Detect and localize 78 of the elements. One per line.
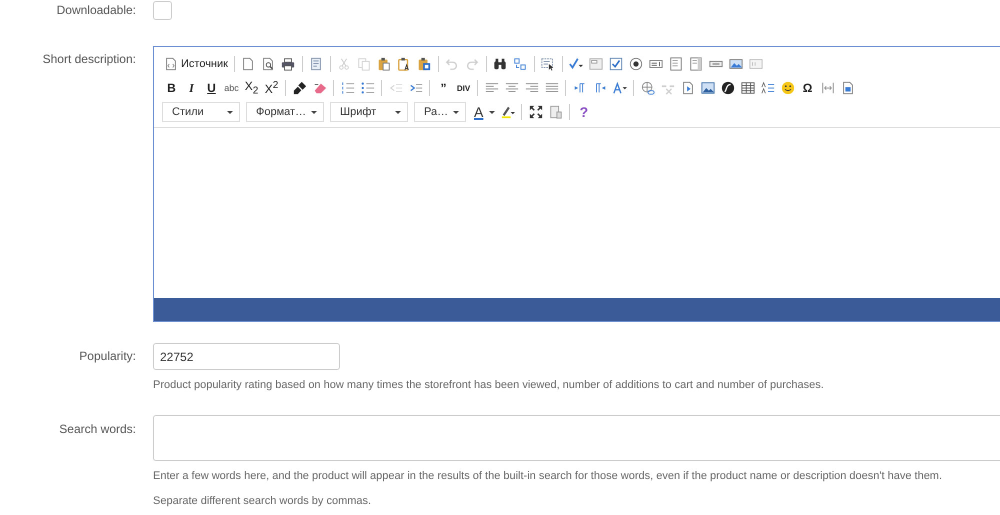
checkbox[interactable]: [153, 1, 172, 20]
outdent-icon: [388, 81, 402, 95]
binoculars-icon: [493, 57, 508, 71]
script-button[interactable]: X$^{2}$: [262, 77, 281, 99]
help-text: Product popularity rating based on how many times the storefront has been viewed, number of additions to cart and number of purchases.: [153, 378, 825, 393]
text-area-icon: [669, 57, 684, 71]
help-text: Enter a few words here, and the product will appear in the results of the built-in search for those words, even if the product name or description doesn't have them.: [153, 469, 944, 484]
bullet-list-icon: [360, 81, 374, 95]
checkbox-icon: [609, 57, 624, 71]
field-label: Short description:: [42, 51, 136, 68]
align-right-icon: [524, 81, 538, 95]
smiley-icon: [780, 81, 794, 95]
dropdown[interactable]: Формат…: [246, 102, 324, 122]
align-left-icon: [484, 81, 498, 95]
clipboard-icon: [377, 57, 392, 71]
help-text: Separate different search words by commas.: [153, 494, 372, 509]
form-icon: [589, 57, 604, 71]
blockquote-button[interactable]: ”: [434, 77, 453, 99]
dropdown[interactable]: Стили: [162, 102, 240, 122]
printer-icon: [281, 57, 296, 71]
table-icon: [740, 81, 754, 95]
special-character-button[interactable]: Ω: [798, 77, 817, 99]
clipboard-letter-icon: [397, 57, 412, 71]
numbered-list-icon: [340, 81, 354, 95]
field-label: Downloadable:: [56, 2, 136, 19]
source-button[interactable]: Источник: [162, 53, 230, 75]
italic-button[interactable]: I: [182, 77, 201, 99]
magnifier-document-icon: [261, 57, 276, 71]
underline-button[interactable]: U: [202, 77, 221, 99]
page-break-icon: [820, 81, 834, 95]
caret-icon: [453, 110, 459, 114]
strikethrough-button[interactable]: abc: [222, 77, 241, 99]
help-button[interactable]: ?: [574, 101, 594, 123]
caret-icon: [227, 110, 233, 114]
dropdown[interactable]: Шрифт: [330, 102, 408, 122]
image-icon: [700, 81, 714, 95]
replace-icon: [513, 57, 528, 71]
document-icon: [241, 57, 256, 71]
flash-icon: [720, 81, 734, 95]
hidden-field-icon: [749, 57, 764, 71]
select-list-icon: [689, 57, 704, 71]
select-all-icon: [541, 57, 556, 71]
caret-icon: [395, 110, 401, 114]
redo-icon: [465, 57, 480, 71]
align-justify-icon: [544, 81, 558, 95]
spellcheck-icon: [569, 57, 584, 71]
div-button[interactable]: DIV: [454, 77, 473, 99]
scissors-icon: [337, 57, 352, 71]
indent-icon: [408, 81, 422, 95]
copy-icon: [357, 57, 372, 71]
maximize-icon: [528, 105, 543, 119]
script-button[interactable]: X$_{2}$: [242, 77, 261, 99]
text-color-button[interactable]: A: [472, 101, 498, 123]
highlighter-icon: [500, 105, 515, 119]
eraser-icon: [312, 81, 326, 95]
language-icon: [612, 81, 626, 95]
text-ltr-icon: [572, 81, 586, 95]
field-label: Popularity:: [78, 348, 136, 365]
template-icon: [309, 57, 324, 71]
dropdown[interactable]: Ра…: [414, 102, 466, 122]
field-label: Search words:: [58, 421, 136, 438]
iframe-icon: [840, 81, 854, 95]
caret-icon: [311, 110, 317, 114]
text-field-icon: [649, 57, 664, 71]
input-field[interactable]: 22752: [153, 343, 340, 370]
paint-brush-icon: [292, 81, 306, 95]
text-spacing-icon: [760, 81, 774, 95]
caret-icon: [489, 110, 496, 114]
source-document-icon: [164, 57, 178, 71]
image-button-icon: [729, 57, 744, 71]
globe-link-icon: [640, 81, 654, 95]
document-flag-icon: [680, 81, 694, 95]
clipboard-word-icon: [417, 57, 432, 71]
radio-icon: [629, 57, 644, 71]
align-center-icon: [504, 81, 518, 95]
bold-button[interactable]: B: [162, 77, 181, 99]
show-blocks-icon: [548, 105, 563, 119]
undo-icon: [445, 57, 460, 71]
